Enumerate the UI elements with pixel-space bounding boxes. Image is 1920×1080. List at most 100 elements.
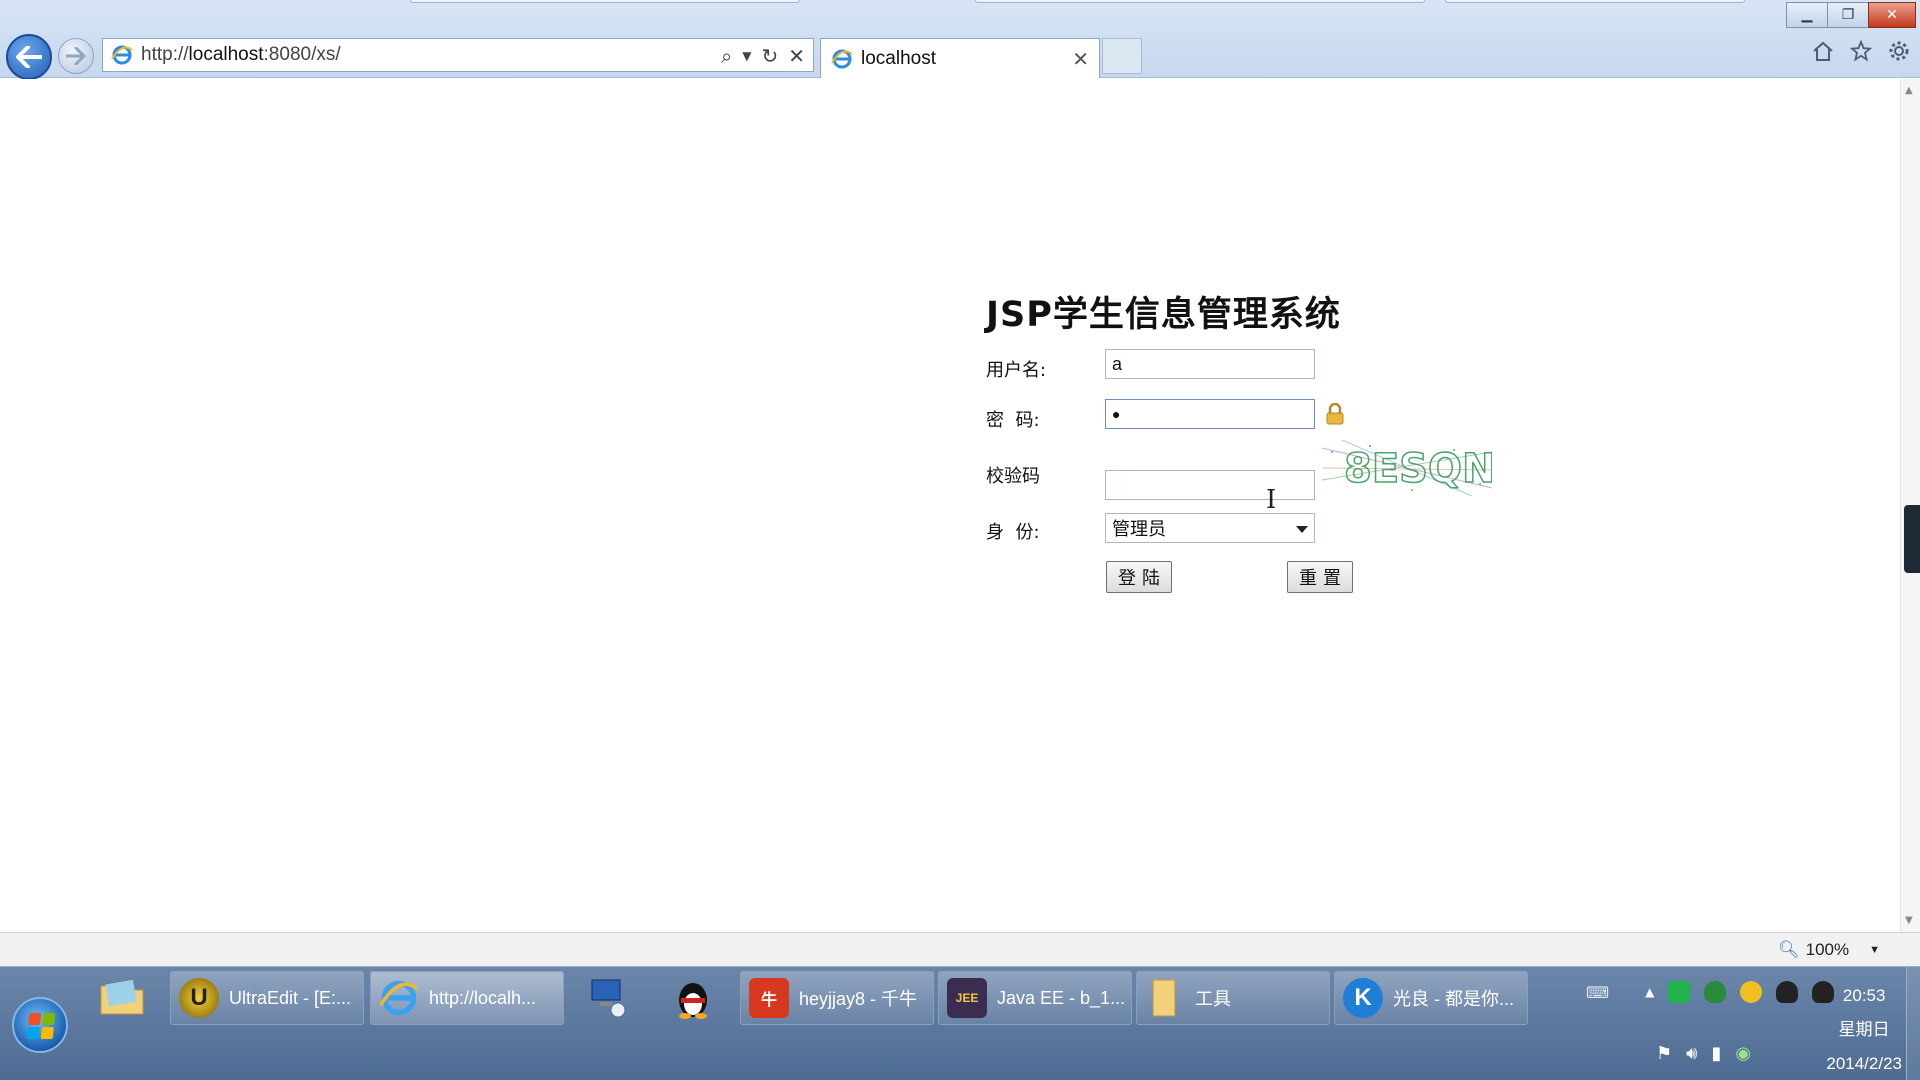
tray-app-icon[interactable] <box>1668 981 1691 1003</box>
dropdown-arrow-icon[interactable]: ▼ <box>742 49 751 63</box>
show-desktop-button[interactable] <box>1906 967 1920 1080</box>
zoom-control[interactable]: 🔍︎ 100% ▼ <box>1778 940 1880 960</box>
volume-icon[interactable]: 🔊︎ <box>1686 1043 1697 1064</box>
taskbar-item-qianniu[interactable]: 牛 heyjjay8 - 千牛 <box>740 971 934 1025</box>
role-select[interactable]: 管理员 <box>1105 513 1315 543</box>
captcha-image[interactable]: 8ESQN <box>1322 440 1492 496</box>
pinned-network[interactable] <box>575 971 641 1025</box>
forward-button[interactable] <box>58 38 94 74</box>
chevron-up-icon[interactable]: ▲ <box>1645 985 1654 999</box>
scroll-up-icon[interactable]: ▲ <box>1905 85 1913 96</box>
back-arrow-icon <box>16 46 42 68</box>
home-icon[interactable] <box>1812 40 1834 62</box>
ie-page-icon <box>111 45 133 65</box>
status-bar: 🔍︎ 100% ▼ <box>0 932 1920 966</box>
javaee-icon: JEE <box>947 978 987 1018</box>
back-button[interactable] <box>6 34 52 80</box>
plus-badge-icon[interactable] <box>1740 981 1763 1003</box>
ie-tab-icon <box>831 49 853 68</box>
zoom-level: 100% <box>1805 940 1850 959</box>
login-button[interactable]: 登陆 <box>1106 561 1172 593</box>
ultraedit-icon: U <box>179 978 219 1018</box>
username-label: 用户名: <box>986 360 1047 381</box>
forward-arrow-icon <box>66 47 86 65</box>
reset-button[interactable]: 重置 <box>1287 561 1353 593</box>
captcha-field[interactable] <box>1105 470 1315 500</box>
taskbar-item-ultraedit[interactable]: U UltraEdit - [E:... <box>170 971 364 1025</box>
address-bar[interactable]: http://localhost:8080/xs/ ⌕ ▼ ↻ ✕ <box>102 38 814 72</box>
pinned-explorer[interactable] <box>90 971 156 1025</box>
system-tray-lower: ⚑ 🔊︎ ▮ ◉ <box>1656 1043 1751 1064</box>
taskbar-item-label: 光良 - 都是你... <box>1393 989 1514 1009</box>
new-tab-button[interactable] <box>1102 38 1142 74</box>
search-icon[interactable]: ⌕ <box>721 44 732 68</box>
system-tray: ⌨ ▲ <box>1586 981 1835 1003</box>
tab-close-icon[interactable]: ✕ <box>1072 47 1089 71</box>
windows-logo-icon <box>26 1013 56 1039</box>
taskbar: U UltraEdit - [E:... http://localh... 牛 … <box>0 966 1920 1080</box>
taskbar-item-javaee[interactable]: JEE Java EE - b_1... <box>938 971 1132 1025</box>
close-window-button[interactable]: ✕ <box>1868 2 1916 28</box>
taskbar-item-kugou[interactable]: K 光良 - 都是你... <box>1334 971 1528 1025</box>
username-field[interactable]: a <box>1105 349 1315 379</box>
clock-day: 星期日 <box>1838 1020 1890 1039</box>
scroll-down-icon[interactable]: ▼ <box>1905 915 1913 926</box>
kugou-icon: K <box>1343 978 1383 1018</box>
browser-right-tools <box>1812 40 1910 62</box>
keyboard-icon[interactable]: ⌨ <box>1586 983 1609 1002</box>
action-center-flag-icon[interactable]: ⚑ <box>1656 1043 1672 1064</box>
shield-icon[interactable] <box>1704 981 1727 1003</box>
password-label: 密 码: <box>986 410 1040 431</box>
clock-date: 2014/2/23 <box>1826 1054 1902 1073</box>
minimize-button[interactable]: ▁ <box>1786 2 1828 28</box>
pinned-qq[interactable] <box>660 971 726 1025</box>
taskbar-item-ie[interactable]: http://localh... <box>370 971 564 1025</box>
captcha-text: 8ESQN <box>1344 446 1492 492</box>
taskbar-item-label: heyjjay8 - 千牛 <box>799 989 918 1009</box>
role-selected-value: 管理员 <box>1112 519 1166 540</box>
ie-icon <box>379 978 419 1018</box>
role-label: 身 份: <box>986 522 1040 543</box>
qq-penguin-icon <box>679 983 707 1019</box>
side-panel-handle[interactable] <box>1904 505 1920 573</box>
page-viewport <box>2 79 1898 932</box>
clock[interactable]: 20:53 星期日 2014/2/23 <box>1826 979 1902 1080</box>
qianniu-icon: 牛 <box>749 978 789 1018</box>
close-icon: ✕ <box>1886 7 1898 23</box>
clock-time: 20:53 <box>1842 986 1886 1005</box>
restore-icon: ❐ <box>1841 7 1855 23</box>
folder-icon <box>1145 978 1185 1018</box>
address-tools: ⌕ ▼ ↻ ✕ <box>721 44 805 68</box>
captcha-label: 校验码 <box>986 466 1040 487</box>
taskbar-item-label: UltraEdit - [E:... <box>229 987 352 1008</box>
zoom-icon: 🔍︎ <box>1778 940 1800 959</box>
tab-title: localhost <box>861 47 936 69</box>
folder-icon <box>100 979 144 1015</box>
window-controls: ▁ ❐ ✕ <box>1786 2 1916 28</box>
tab-localhost[interactable]: localhost ✕ <box>820 38 1100 78</box>
start-button[interactable] <box>12 997 68 1053</box>
lock-icon <box>1326 403 1344 425</box>
power-icon[interactable]: ▮ <box>1711 1043 1721 1064</box>
network-icon[interactable]: ◉ <box>1735 1043 1751 1064</box>
refresh-icon[interactable]: ↻ <box>761 44 778 68</box>
taskbar-item-label: http://localh... <box>429 987 537 1008</box>
chevron-down-icon <box>1296 526 1308 533</box>
stop-icon[interactable]: ✕ <box>788 44 805 68</box>
browser-toolbar: ▁ ❐ ✕ http://localhost:8080/xs/ ⌕ ▼ ↻ ✕ … <box>0 0 1920 80</box>
taskbar-item-label: Java EE - b_1... <box>997 987 1126 1008</box>
minimize-icon: ▁ <box>1801 7 1813 23</box>
address-url: http://localhost:8080/xs/ <box>141 44 341 65</box>
favorites-star-icon[interactable] <box>1850 40 1872 62</box>
restore-button[interactable]: ❐ <box>1827 2 1869 28</box>
network-computer-icon <box>591 979 626 1018</box>
qq-tray-icon[interactable] <box>1776 981 1799 1003</box>
chevron-down-icon: ▼ <box>1869 944 1880 956</box>
page-title: JSP学生信息管理系统 <box>986 295 1341 335</box>
taskbar-item-label: 工具 <box>1195 989 1231 1009</box>
title-strip <box>0 0 1920 8</box>
gear-icon[interactable] <box>1888 40 1910 62</box>
taskbar-item-tools-folder[interactable]: 工具 <box>1136 971 1330 1025</box>
text-cursor-icon: I <box>1266 485 1277 515</box>
password-field[interactable]: ● <box>1105 399 1315 429</box>
